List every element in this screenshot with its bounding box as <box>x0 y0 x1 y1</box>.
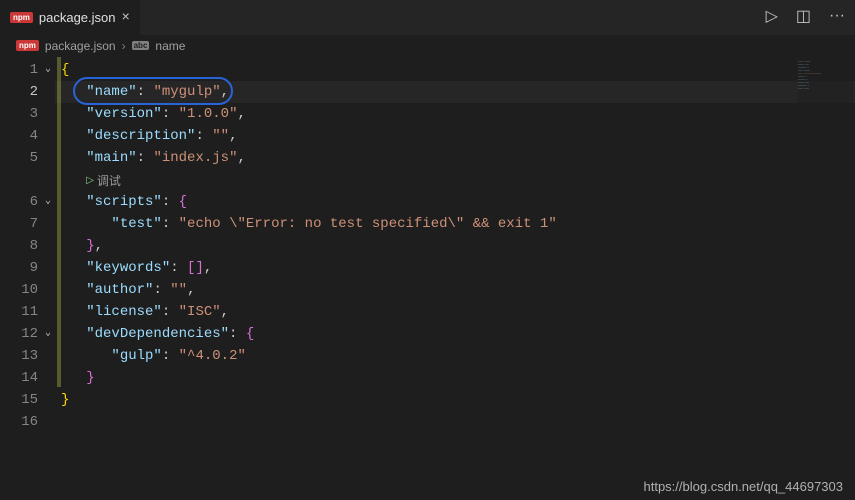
brace-open: { <box>61 62 69 78</box>
code-line[interactable]: } <box>55 389 855 411</box>
chevron-right-icon: › <box>122 39 126 53</box>
code-line[interactable]: "license": "ISC", <box>55 301 855 323</box>
json-value: "echo \"Error: no test specified\" && ex… <box>179 216 557 232</box>
breadcrumb[interactable]: npm package.json › abc name <box>0 35 855 57</box>
code-line[interactable]: }, <box>55 235 855 257</box>
line-number: 15 <box>20 389 38 411</box>
line-number: 8 <box>20 235 38 257</box>
code-line[interactable]: "description": "", <box>55 125 855 147</box>
brace-close: } <box>61 392 69 408</box>
json-key: "license" <box>86 304 162 320</box>
brace-open: { <box>246 326 254 342</box>
json-key: "description" <box>86 128 195 144</box>
code-line[interactable]: "gulp": "^4.0.2" <box>55 345 855 367</box>
fold-icon[interactable]: ⌄ <box>41 191 51 213</box>
json-key: "name" <box>86 84 136 100</box>
editor-tab[interactable]: npm package.json × <box>0 0 141 35</box>
line-number: 10 <box>20 279 38 301</box>
code-line[interactable]: "version": "1.0.0", <box>55 103 855 125</box>
line-number: 6 <box>20 191 38 213</box>
json-value: "mygulp" <box>153 84 220 100</box>
line-number: 1 <box>20 59 38 81</box>
line-number: 11 <box>20 301 38 323</box>
code-line[interactable]: "name": "mygulp", <box>55 81 855 103</box>
watermark: https://blog.csdn.net/qq_44697303 <box>644 479 844 494</box>
codelens-line[interactable]: ▷调试 <box>55 169 855 191</box>
line-number: 12 <box>20 323 38 345</box>
npm-icon: npm <box>10 12 33 23</box>
json-key: "devDependencies" <box>86 326 229 342</box>
play-icon: ▷ <box>86 170 94 192</box>
json-value: "index.js" <box>153 150 237 166</box>
brace-close: } <box>86 238 94 254</box>
breadcrumb-file[interactable]: package.json <box>45 39 116 53</box>
tab-filename: package.json <box>39 10 116 25</box>
code-line[interactable]: "author": "", <box>55 279 855 301</box>
json-value: "1.0.0" <box>179 106 238 122</box>
editor[interactable]: 1⌄ 2 3 4 5 6⌄ 7 8 9 10 11 12⌄ 13 14 15 1… <box>0 57 855 500</box>
code-line[interactable]: "devDependencies": { <box>55 323 855 345</box>
tab-bar: npm package.json × ▷ ◫ ··· <box>0 0 855 35</box>
split-editor-icon[interactable]: ◫ <box>796 6 811 26</box>
code-line[interactable]: "keywords": [], <box>55 257 855 279</box>
code-line[interactable] <box>55 411 855 433</box>
line-number: 13 <box>20 345 38 367</box>
json-key: "gulp" <box>111 348 161 364</box>
code-line[interactable]: } <box>55 367 855 389</box>
code-line[interactable]: "test": "echo \"Error: no test specified… <box>55 213 855 235</box>
close-icon[interactable]: × <box>122 10 130 26</box>
line-number: 3 <box>20 103 38 125</box>
json-key: "test" <box>111 216 161 232</box>
run-icon[interactable]: ▷ <box>766 6 778 26</box>
brace-open: { <box>179 194 187 210</box>
line-number: 7 <box>20 213 38 235</box>
json-value: [] <box>187 260 204 276</box>
json-key: "scripts" <box>86 194 162 210</box>
code-area[interactable]: { "name": "mygulp", "version": "1.0.0", … <box>55 57 855 500</box>
line-number: 5 <box>20 147 38 169</box>
code-line[interactable]: "scripts": { <box>55 191 855 213</box>
line-number: 14 <box>20 367 38 389</box>
editor-actions: ▷ ◫ ··· <box>766 6 845 26</box>
json-value: "" <box>212 128 229 144</box>
json-key: "version" <box>86 106 162 122</box>
more-icon[interactable]: ··· <box>829 7 845 25</box>
line-number: 2 <box>20 81 38 103</box>
npm-icon: npm <box>16 40 39 51</box>
fold-icon[interactable]: ⌄ <box>41 59 51 81</box>
json-key: "author" <box>86 282 153 298</box>
json-key: "main" <box>86 150 136 166</box>
json-value: "ISC" <box>179 304 221 320</box>
string-icon: abc <box>132 41 150 50</box>
json-value: "" <box>170 282 187 298</box>
minimap[interactable]: ▬▬▬▬ ▬▬▬▬▬ ▬▬▬▬▬ ▬▬▬ ▬▬▬▬▬▬▬ ▬ ▬▬▬▬ ▬▬▬▬… <box>798 60 853 120</box>
fold-icon[interactable]: ⌄ <box>41 323 51 345</box>
code-line[interactable]: "main": "index.js", <box>55 147 855 169</box>
brace-close: } <box>86 370 94 386</box>
codelens-label: 调试 <box>97 170 121 192</box>
gutter: 1⌄ 2 3 4 5 6⌄ 7 8 9 10 11 12⌄ 13 14 15 1… <box>0 57 55 500</box>
code-line[interactable]: { <box>55 59 855 81</box>
line-number: 9 <box>20 257 38 279</box>
line-number: 16 <box>20 411 38 433</box>
json-value: "^4.0.2" <box>179 348 246 364</box>
breadcrumb-symbol[interactable]: name <box>155 39 185 53</box>
debug-codelens[interactable]: ▷调试 <box>86 170 121 192</box>
json-key: "keywords" <box>86 260 170 276</box>
line-number: 4 <box>20 125 38 147</box>
